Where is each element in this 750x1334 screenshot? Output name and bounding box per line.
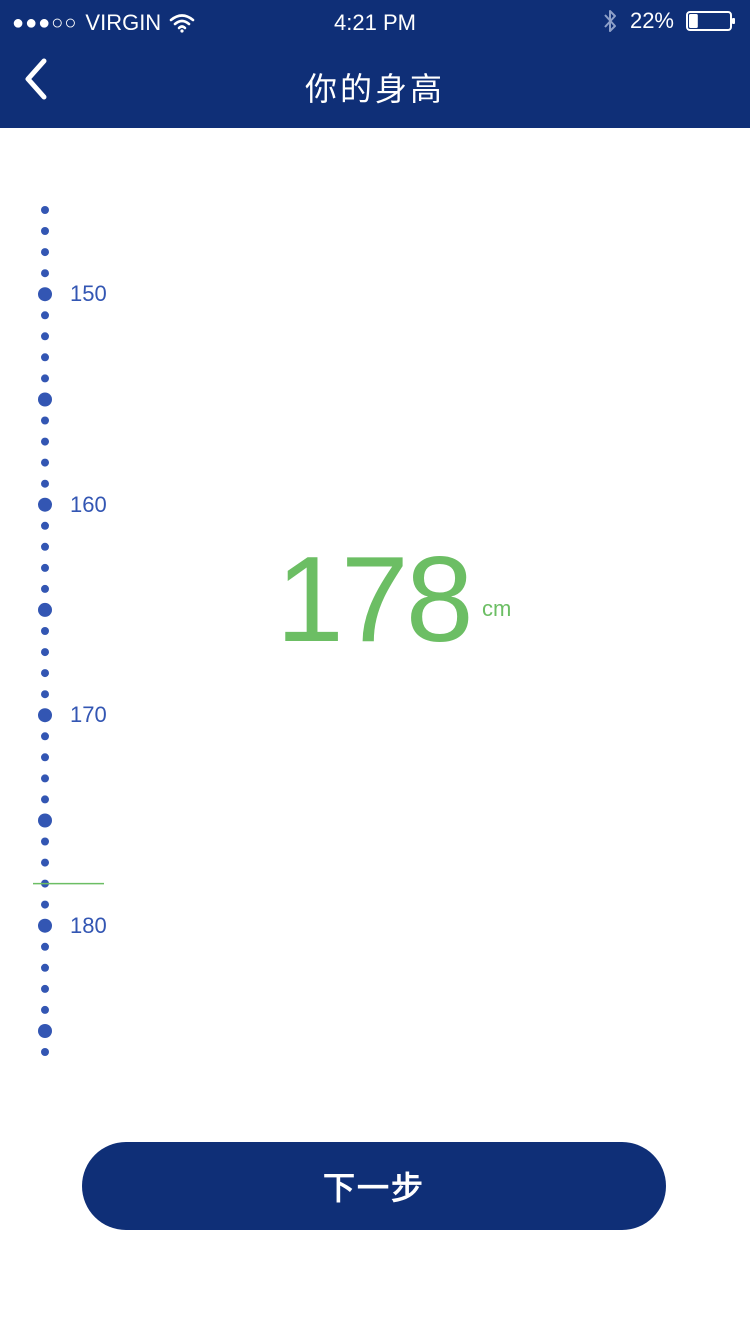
ruler-minor-tick	[41, 774, 49, 783]
ruler-minor-tick	[41, 984, 49, 993]
next-button[interactable]: 下一步	[82, 1142, 666, 1230]
height-picker-screen: ●●●○○ VIRGIN 4:21 PM 22% 你的身高 150 160 17…	[0, 0, 750, 1334]
ruler-minor-tick	[41, 963, 49, 972]
ruler-minor-tick	[41, 1048, 49, 1056]
battery-icon	[686, 10, 736, 32]
ruler-major-tick	[38, 918, 52, 933]
value-display: 178 cm	[0, 538, 750, 668]
ruler-minor-tick	[41, 690, 49, 699]
ruler-minor-tick	[41, 732, 49, 741]
ruler-minor-tick	[41, 353, 49, 362]
ruler-minor-tick	[41, 374, 49, 383]
nav-bar: 你的身高	[0, 46, 750, 128]
ruler-minor-tick	[41, 416, 49, 425]
ruler-major-tick	[38, 813, 52, 828]
ruler-label: 160	[70, 491, 107, 517]
height-value: 178	[276, 531, 474, 667]
ruler-minor-tick	[41, 479, 49, 488]
ruler-minor-tick	[41, 795, 49, 804]
ruler-minor-tick	[41, 311, 49, 320]
ruler-minor-tick	[41, 900, 49, 909]
ruler-minor-tick	[41, 1005, 49, 1014]
ruler-major-tick	[38, 1024, 52, 1038]
ruler-minor-tick	[41, 521, 49, 530]
ruler-major-tick	[38, 708, 52, 723]
ruler-minor-tick	[41, 332, 49, 341]
ruler-label: 150	[70, 281, 107, 307]
ruler-minor-tick	[41, 227, 49, 235]
ruler-minor-tick	[41, 248, 49, 257]
height-unit: cm	[482, 596, 512, 621]
ruler-major-tick	[38, 392, 52, 407]
ruler-major-tick	[38, 497, 52, 512]
bluetooth-icon	[602, 8, 618, 34]
ruler-major-tick	[38, 287, 52, 302]
page-title: 你的身高	[304, 70, 445, 108]
ruler-minor-tick	[41, 206, 49, 214]
ruler-minor-tick	[41, 269, 49, 278]
ruler-minor-tick	[41, 837, 49, 846]
ruler-label: 180	[70, 912, 107, 938]
ruler-label: 170	[70, 702, 107, 728]
ruler-minor-tick	[41, 437, 49, 446]
ruler-minor-tick	[41, 669, 49, 678]
ruler-minor-tick	[41, 458, 49, 467]
ruler-minor-tick	[41, 753, 49, 762]
header: ●●●○○ VIRGIN 4:21 PM 22% 你的身高	[0, 0, 750, 128]
ruler-minor-tick	[41, 858, 49, 867]
status-bar: ●●●○○ VIRGIN 4:21 PM 22%	[0, 0, 750, 46]
ruler-minor-tick	[41, 942, 49, 951]
battery-percent: 22%	[629, 8, 674, 33]
status-right: 22%	[602, 8, 736, 34]
